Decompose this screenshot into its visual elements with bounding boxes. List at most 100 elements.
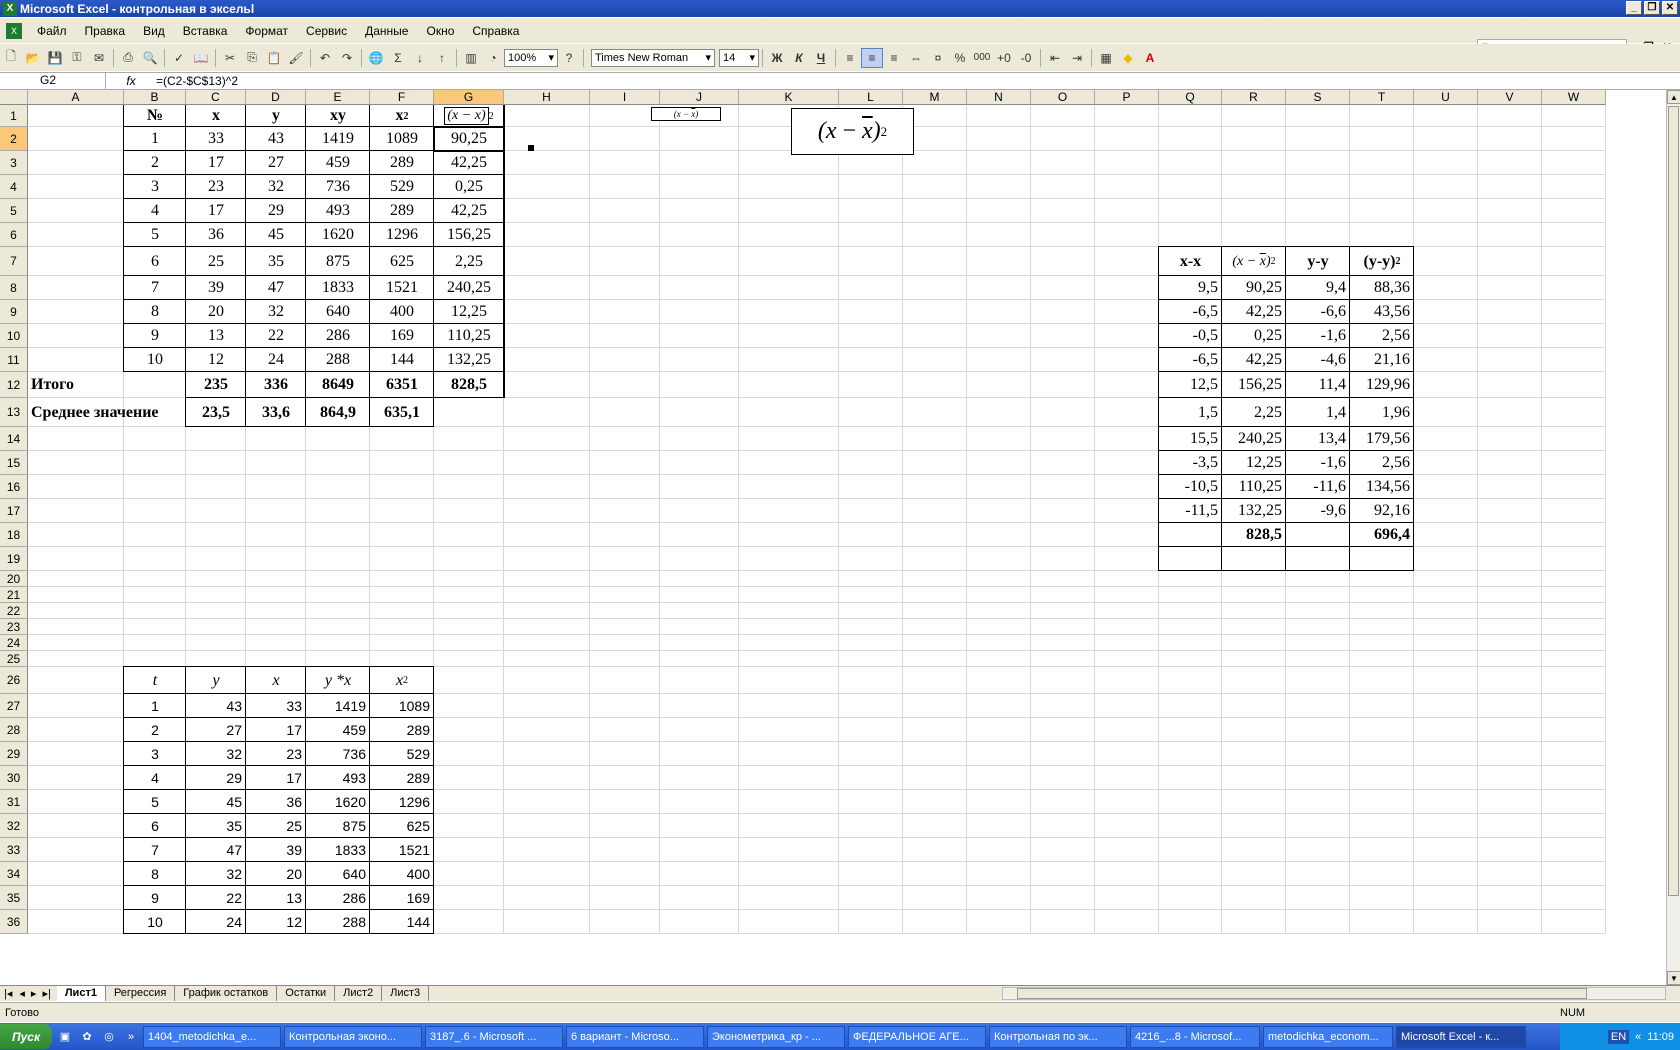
table-cell[interactable]: 459 (306, 718, 370, 742)
tab-regression[interactable]: Регрессия (105, 986, 176, 1001)
save-icon[interactable]: 💾 (44, 48, 66, 68)
paste-icon[interactable]: 📋 (263, 48, 285, 68)
spelling-icon[interactable]: ✓ (168, 48, 190, 68)
row-header[interactable]: 18 (0, 523, 28, 547)
table-cell[interactable]: 2 (124, 151, 186, 175)
total-cell[interactable]: 6351 (370, 372, 434, 398)
row-header[interactable]: 4 (0, 175, 28, 199)
menu-tools[interactable]: Сервис (297, 24, 356, 38)
spreadsheet-grid[interactable]: № x y xy x 2 (x − x) 2 1 33 43 1419 1089 90,25 2 17 27 45… (28, 105, 1666, 985)
row-header[interactable]: 13 (0, 398, 28, 427)
column-header[interactable]: U (1414, 90, 1478, 105)
table-cell[interactable]: 400 (370, 862, 434, 886)
table-cell[interactable]: 286 (306, 324, 370, 348)
table-cell[interactable]: 22 (246, 324, 306, 348)
row-header[interactable]: 12 (0, 372, 28, 398)
row-header[interactable]: 36 (0, 910, 28, 934)
percent-button[interactable]: % (949, 48, 971, 68)
font-size-combo[interactable]: 14 ▾ (719, 48, 759, 67)
table-cell[interactable]: 22 (186, 886, 246, 910)
mean-cell[interactable]: 864,9 (306, 398, 370, 427)
table-cell[interactable]: 42,25 (434, 199, 504, 223)
column-header[interactable]: N (967, 90, 1031, 105)
table-cell[interactable]: 2,25 (1222, 398, 1286, 427)
quicklaunch-more-icon[interactable]: » (122, 1028, 140, 1046)
table-cell[interactable]: 17 (246, 718, 306, 742)
row-header[interactable]: 7 (0, 247, 28, 276)
table-cell[interactable]: 9 (124, 324, 186, 348)
italic-button[interactable]: К (788, 48, 810, 68)
table-cell[interactable]: 20 (246, 862, 306, 886)
row-header[interactable]: 6 (0, 223, 28, 247)
formula-input[interactable]: =(C2-$C$13)^2 (156, 74, 238, 88)
table-cell[interactable]: 7 (124, 276, 186, 300)
copy-icon[interactable]: ⎘ (241, 48, 263, 68)
underline-button[interactable]: Ч (810, 48, 832, 68)
table-cell[interactable]: 640 (306, 300, 370, 324)
table-cell[interactable]: -11,5 (1159, 499, 1222, 523)
vertical-scrollbar[interactable]: ▲ ▼ (1666, 90, 1680, 985)
first-sheet-icon[interactable]: |◂ (0, 987, 16, 1000)
row-header[interactable]: 11 (0, 348, 28, 372)
table-cell[interactable]: 2,56 (1350, 324, 1414, 348)
task-item[interactable]: Контрольная эконо... (284, 1025, 422, 1048)
fx-icon[interactable]: fx (106, 74, 156, 88)
header-cell[interactable]: y (186, 667, 246, 694)
header-cell[interactable]: x2 (370, 667, 434, 694)
table-cell[interactable]: 736 (306, 742, 370, 766)
table-cell[interactable]: 24 (186, 910, 246, 934)
table-cell[interactable]: 3 (124, 175, 186, 199)
task-item[interactable]: 4216_...8 - Microsof... (1130, 1025, 1260, 1048)
zoom-combo[interactable]: 100% ▾ (504, 48, 558, 67)
header-cell[interactable]: x-x (1159, 247, 1222, 276)
tray-arrow-icon[interactable]: « (1635, 1031, 1641, 1043)
table-cell[interactable]: 27 (246, 151, 306, 175)
header-cell[interactable]: (x − x) 2 (434, 105, 504, 127)
table-cell[interactable]: 640 (306, 862, 370, 886)
column-header[interactable]: V (1478, 90, 1542, 105)
table-cell[interactable]: 39 (186, 276, 246, 300)
row-header[interactable]: 9 (0, 300, 28, 324)
header-cell[interactable]: xy (306, 105, 370, 127)
column-header[interactable]: Q (1159, 90, 1222, 105)
row-header[interactable]: 22 (0, 603, 28, 619)
table-cell[interactable]: 90,25 (1222, 276, 1286, 300)
tab-residual-chart[interactable]: График остатков (175, 986, 278, 1001)
tab-sheet3[interactable]: Лист3 (382, 986, 430, 1001)
equation-object[interactable]: (x − x) 2 (791, 108, 914, 155)
row-header[interactable]: 27 (0, 694, 28, 718)
workbook-icon[interactable]: X (6, 22, 22, 39)
table-cell[interactable]: 7 (124, 838, 186, 862)
increase-decimal-icon[interactable]: +0 (993, 48, 1015, 68)
row-header[interactable]: 3 (0, 151, 28, 175)
language-indicator[interactable]: EN (1607, 1029, 1630, 1044)
borders-icon[interactable]: ▦ (1095, 48, 1117, 68)
row-header[interactable]: 24 (0, 635, 28, 651)
table-cell[interactable]: 1 (124, 127, 186, 151)
increase-indent-icon[interactable]: ⇥ (1066, 48, 1088, 68)
column-header[interactable]: C (186, 90, 246, 105)
column-header[interactable]: M (903, 90, 967, 105)
mean-cell[interactable]: 635,1 (370, 398, 434, 427)
table-cell[interactable]: 21,16 (1350, 348, 1414, 372)
table-cell[interactable]: 17 (186, 199, 246, 223)
row-header[interactable]: 8 (0, 276, 28, 300)
table-cell[interactable]: 1,4 (1286, 398, 1350, 427)
task-item[interactable]: Контрольная по эк... (989, 1025, 1127, 1048)
table-cell[interactable]: 1419 (306, 127, 370, 151)
menu-view[interactable]: Вид (134, 24, 174, 38)
task-item[interactable]: Эконометрика_кр - ... (707, 1025, 845, 1048)
table-cell[interactable]: 132,25 (434, 348, 504, 372)
table-cell[interactable]: -1,6 (1286, 324, 1350, 348)
table-cell[interactable]: -11,6 (1286, 475, 1350, 499)
column-header[interactable]: I (590, 90, 660, 105)
row-header[interactable]: 31 (0, 790, 28, 814)
fill-handle[interactable] (528, 145, 534, 151)
table-cell[interactable]: 32 (186, 862, 246, 886)
table-cell[interactable]: 47 (186, 838, 246, 862)
table-cell[interactable]: 1620 (306, 790, 370, 814)
column-header[interactable]: T (1350, 90, 1414, 105)
merge-center-icon[interactable]: ⇔ (905, 48, 927, 68)
table-cell[interactable]: 12,25 (1222, 451, 1286, 475)
table-cell[interactable]: 43 (246, 127, 306, 151)
